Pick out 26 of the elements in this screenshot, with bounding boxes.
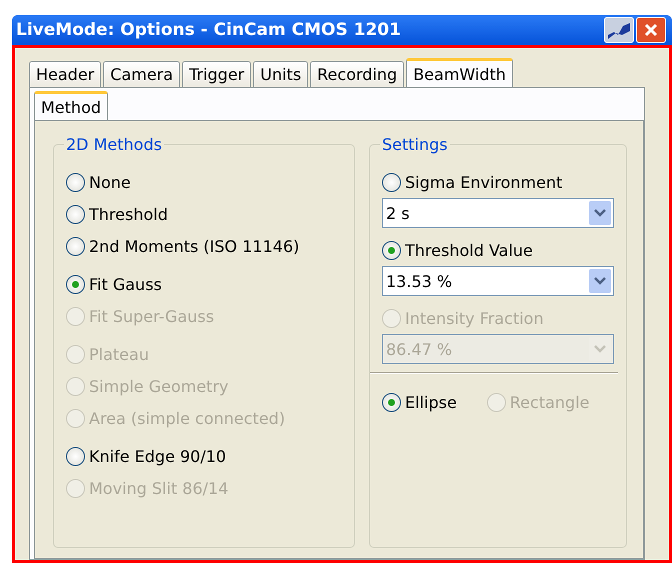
radio-option[interactable]: None <box>66 168 344 196</box>
close-button[interactable] <box>636 17 666 43</box>
dropdown[interactable]: 13.53 % <box>382 266 614 296</box>
tab[interactable]: Recording <box>310 61 404 87</box>
radio-option[interactable]: Knife Edge 90/10 <box>66 442 344 470</box>
radio-option[interactable]: Threshold Value <box>382 236 616 264</box>
tab[interactable]: Header <box>29 61 102 87</box>
group-title: Settings <box>381 135 449 154</box>
window-title: LiveMode: Options - CinCam CMOS 1201 <box>16 20 402 40</box>
tab[interactable]: Camera <box>103 61 180 87</box>
radio-option[interactable]: Threshold <box>66 200 344 228</box>
close-icon <box>644 23 658 37</box>
chevron-down-icon <box>589 201 611 225</box>
graph-button[interactable] <box>604 17 634 43</box>
group-title: 2D Methods <box>65 135 163 154</box>
tab[interactable]: Trigger <box>182 61 252 87</box>
tab[interactable]: BeamWidth <box>406 58 513 88</box>
radio-option[interactable]: Sigma Environment <box>382 168 616 196</box>
graph-icon <box>607 21 631 39</box>
radio-option[interactable]: Fit Gauss <box>66 270 344 298</box>
tab[interactable]: Units <box>253 61 308 87</box>
radio-option[interactable]: 2nd Moments (ISO 11146) <box>66 232 344 260</box>
radio-option[interactable]: Ellipse <box>382 388 457 416</box>
tab[interactable]: Method <box>34 91 108 121</box>
dropdown[interactable]: 2 s <box>382 198 614 228</box>
chevron-down-icon <box>589 269 611 293</box>
